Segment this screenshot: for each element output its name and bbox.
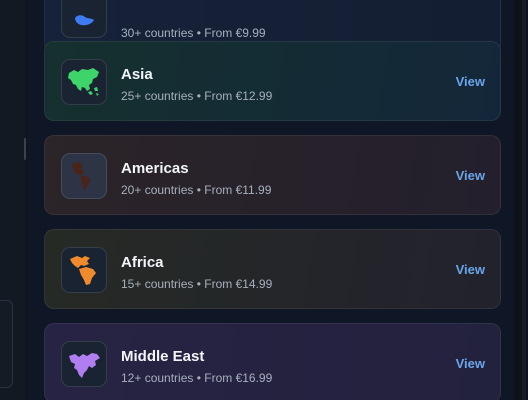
region-icon-box [61, 0, 107, 38]
region-icon-box [61, 59, 107, 105]
region-meta: 15+ countries • From €14.99 [121, 277, 273, 291]
region-name: Middle East [121, 348, 205, 365]
scrollbar[interactable] [522, 0, 526, 400]
region-card-middle-east[interactable]: Middle East 12+ countries • From €16.99 … [44, 323, 501, 400]
screen: 30+ countries • From €9.99 Asia 25+ coun… [0, 0, 528, 400]
africa-map-icon [70, 256, 96, 285]
view-asia-link[interactable]: View [456, 74, 485, 89]
region-meta: 12+ countries • From €16.99 [121, 371, 273, 385]
region-name: Africa [121, 254, 164, 271]
view-americas-link[interactable]: View [456, 168, 485, 183]
region-card-asia[interactable]: Asia 25+ countries • From €12.99 View [44, 41, 501, 121]
region-card-africa[interactable]: Africa 15+ countries • From €14.99 View [44, 229, 501, 309]
background-page [0, 0, 26, 400]
globe-europe-icon [75, 15, 94, 26]
view-middle-east-link[interactable]: View [456, 356, 485, 371]
region-name: Asia [121, 66, 153, 83]
background-card-fragment [0, 300, 13, 388]
asia-map-icon [68, 68, 99, 96]
region-card-americas[interactable]: Americas 20+ countries • From €11.99 Vie… [44, 135, 501, 215]
region-meta: 30+ countries • From €9.99 [121, 26, 266, 40]
view-africa-link[interactable]: View [456, 262, 485, 277]
region-icon-box [61, 153, 107, 199]
resize-handle[interactable] [24, 138, 26, 160]
region-name: Americas [121, 160, 189, 177]
region-icon-box [61, 341, 107, 387]
middle-east-map-icon [69, 353, 100, 378]
americas-map-icon [72, 162, 90, 191]
region-meta: 25+ countries • From €12.99 [121, 89, 273, 103]
panel-edge [514, 0, 521, 400]
region-icon-box [61, 247, 107, 293]
regions-panel: 30+ countries • From €9.99 Asia 25+ coun… [27, 0, 521, 400]
region-meta: 20+ countries • From €11.99 [121, 183, 272, 197]
